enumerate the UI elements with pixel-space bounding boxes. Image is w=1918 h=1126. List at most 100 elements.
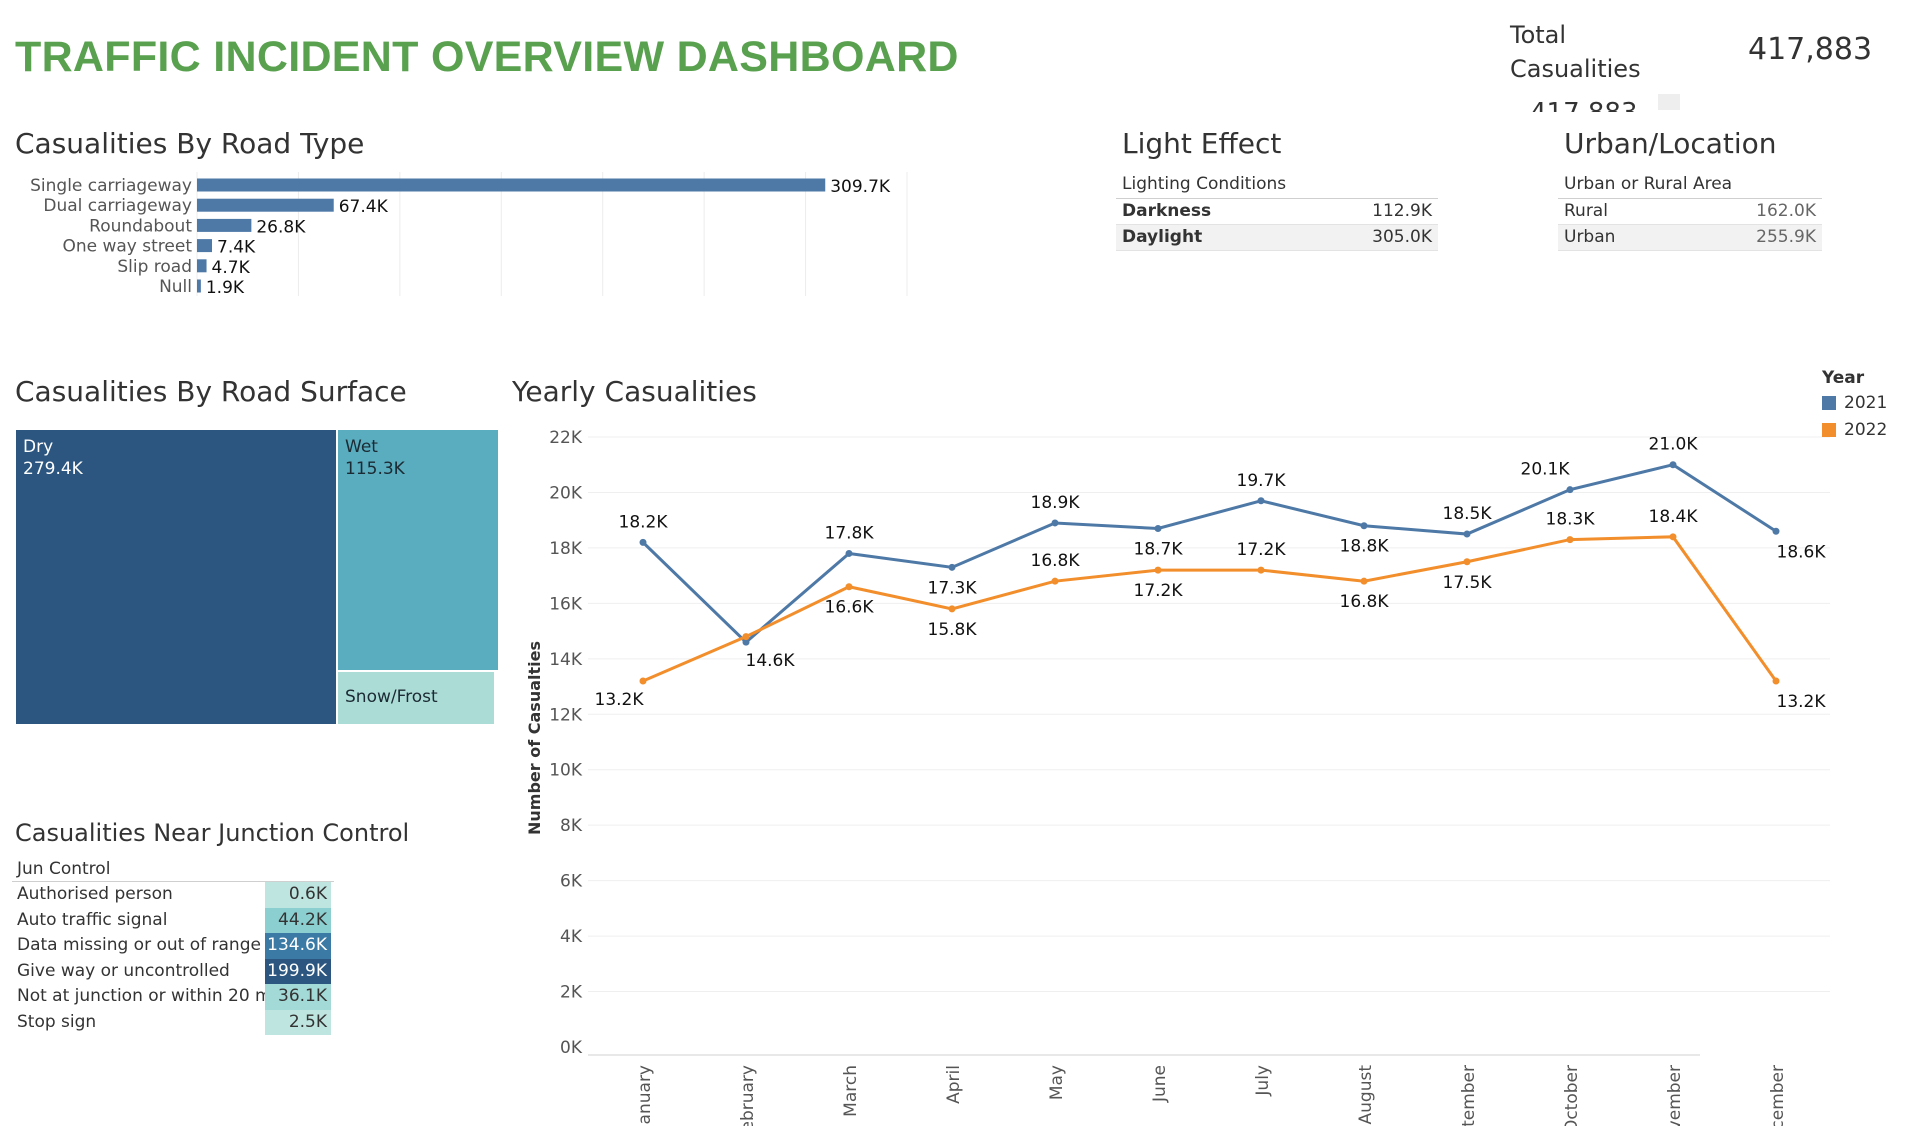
data-label-2021: 17.3K bbox=[928, 578, 978, 598]
junction-column-header: Jun Control bbox=[12, 857, 334, 882]
urban-row-urban: Urban 255.9K bbox=[1558, 225, 1822, 251]
data-label-2021: 18.9K bbox=[1031, 493, 1081, 513]
data-label-2022: 16.8K bbox=[1031, 551, 1081, 571]
junction-row-value: 134.6K bbox=[265, 933, 331, 959]
junction-row-value: 36.1K bbox=[265, 984, 331, 1010]
series-point-2022 bbox=[1772, 677, 1780, 685]
urban-column-header: Urban or Rural Area bbox=[1558, 172, 1822, 199]
junction-row-label: Not at junction or within 20 metres bbox=[17, 986, 265, 1006]
x-tick-label: March bbox=[841, 1065, 861, 1117]
data-label-2022: 18.4K bbox=[1649, 507, 1699, 527]
series-point-2021 bbox=[1463, 530, 1471, 538]
series-point-2022 bbox=[1463, 558, 1471, 566]
data-label-2021: 18.8K bbox=[1340, 537, 1390, 557]
legend-label: 2022 bbox=[1844, 419, 1888, 440]
series-point-2022 bbox=[1360, 577, 1368, 585]
junction-row-label: Auto traffic signal bbox=[17, 909, 168, 930]
junction-row-value: 0.6K bbox=[265, 882, 331, 908]
road-type-bar-chart: Single carriageway 309.7K Dual carriageway… bbox=[30, 172, 908, 298]
kpi-value: 417,883 bbox=[1748, 32, 1873, 67]
urban-location-table: Urban or Rural Area Rural 162.0K Urban 2… bbox=[1558, 172, 1822, 251]
year-legend: Year 2021 2022 bbox=[1822, 368, 1887, 442]
series-line-2022 bbox=[642, 535, 1778, 683]
junction-row-label: Authorised person bbox=[17, 884, 173, 904]
series-point-2021 bbox=[1051, 519, 1059, 527]
junction-row: Stop sign 2.5K bbox=[12, 1009, 334, 1035]
light-row-label: Daylight bbox=[1122, 227, 1203, 247]
dashboard-title: TRAFFIC INCIDENT OVERVIEW DASHBOARD bbox=[15, 33, 959, 81]
legend-swatch bbox=[1822, 422, 1836, 437]
y-tick-label: 16K bbox=[549, 594, 583, 614]
junction-row-value: 199.9K bbox=[265, 958, 331, 984]
series-point-2022 bbox=[1669, 533, 1677, 541]
x-tick-label: June bbox=[1150, 1065, 1170, 1103]
junction-row: Give way or uncontrolled 199.9K bbox=[12, 958, 334, 984]
road-type-bar bbox=[197, 218, 252, 232]
light-row-daylight: Daylight 305.0K bbox=[1116, 225, 1438, 251]
urban-row-value: 162.0K bbox=[1756, 201, 1816, 221]
yearly-casualties-title: Yearly Casualities bbox=[512, 375, 757, 408]
series-point-2022 bbox=[742, 633, 750, 641]
treemap-cell-dry: Dry 279.4K bbox=[16, 430, 336, 724]
treemap-label: Dry bbox=[23, 437, 54, 457]
series-point-2022 bbox=[1154, 566, 1162, 574]
kpi-label-line1: Total bbox=[1510, 21, 1567, 49]
x-tick-label: January bbox=[635, 1065, 655, 1126]
road-type-tick-label: Null bbox=[159, 277, 192, 297]
light-row-value: 112.9K bbox=[1372, 201, 1432, 221]
road-type-tick-label: Slip road bbox=[117, 257, 192, 277]
data-label-2021: 19.7K bbox=[1237, 471, 1287, 491]
series-point-2021 bbox=[1669, 461, 1677, 469]
x-tick-label: May bbox=[1047, 1065, 1067, 1100]
treemap-value: 115.3K bbox=[345, 459, 405, 479]
series-point-2021 bbox=[1360, 522, 1368, 530]
legend-item[interactable]: 2021 bbox=[1822, 390, 1887, 415]
data-label-2021: 17.8K bbox=[825, 523, 875, 543]
y-tick-label: 8K bbox=[560, 816, 583, 836]
x-tick-label: September bbox=[1459, 1065, 1479, 1126]
road-type-data-label: 4.7K bbox=[212, 258, 251, 278]
junction-row-label: Data missing or out of range bbox=[17, 935, 261, 955]
road-type-bar bbox=[197, 259, 207, 273]
x-tick-label: April bbox=[944, 1065, 964, 1104]
y-axis-label: Number of Casualties bbox=[525, 641, 544, 835]
junction-control-title: Casualities Near Junction Control bbox=[15, 819, 410, 847]
y-tick-label: 22K bbox=[549, 428, 583, 448]
data-label-2022: 17.5K bbox=[1443, 573, 1493, 593]
junction-row: Authorised person 0.6K bbox=[12, 882, 334, 908]
light-effect-title: Light Effect bbox=[1122, 127, 1282, 160]
y-tick-label: 0K bbox=[560, 1038, 583, 1058]
data-label-2022: 13.2K bbox=[1777, 692, 1827, 712]
junction-row-label: Give way or uncontrolled bbox=[17, 960, 230, 981]
junction-control-table: Jun Control Authorised person 0.6K Auto tr… bbox=[12, 857, 334, 1035]
junction-row-value: 2.5K bbox=[265, 1009, 331, 1035]
x-tick-label: February bbox=[738, 1065, 758, 1126]
y-tick-label: 14K bbox=[549, 650, 583, 670]
series-point-2021 bbox=[1772, 527, 1780, 535]
data-label-2022: 17.2K bbox=[1237, 540, 1287, 560]
urban-row-value: 255.9K bbox=[1756, 227, 1816, 247]
legend-item[interactable]: 2022 bbox=[1822, 417, 1887, 442]
junction-row: Auto traffic signal 44.2K bbox=[12, 907, 334, 933]
series-point-2021 bbox=[845, 549, 853, 557]
light-row-label: Darkness bbox=[1122, 201, 1212, 221]
road-type-bar bbox=[197, 178, 826, 192]
junction-row-label: Stop sign bbox=[17, 1011, 97, 1032]
legend-title: Year bbox=[1822, 368, 1865, 388]
series-point-2021 bbox=[948, 563, 956, 571]
road-type-tick-label: Dual carriageway bbox=[43, 196, 192, 216]
road-type-tick-label: Single carriageway bbox=[30, 176, 192, 196]
x-tick-label: December bbox=[1768, 1065, 1788, 1126]
series-line-2021 bbox=[641, 463, 1777, 645]
road-type-title: Casualities By Road Type bbox=[15, 127, 365, 160]
series-point-2022 bbox=[948, 605, 956, 613]
y-tick-label: 18K bbox=[549, 539, 583, 559]
yearly-casualties-line-chart: 0K 2K 4K 6K 8K 10K 12K 14K 16K 18K 20K 22K Number of… bbox=[525, 428, 1830, 1126]
data-label-2021: 18.2K bbox=[619, 512, 669, 532]
road-surface-title: Casualities By Road Surface bbox=[15, 375, 407, 408]
light-effect-table: Lighting Conditions Darkness 112.9K Dayl… bbox=[1116, 172, 1438, 251]
x-tick-label: August bbox=[1356, 1065, 1376, 1125]
data-label-2022: 17.2K bbox=[1134, 581, 1184, 601]
data-label-2022: 18.3K bbox=[1546, 510, 1596, 530]
legend-swatch bbox=[1822, 395, 1836, 410]
